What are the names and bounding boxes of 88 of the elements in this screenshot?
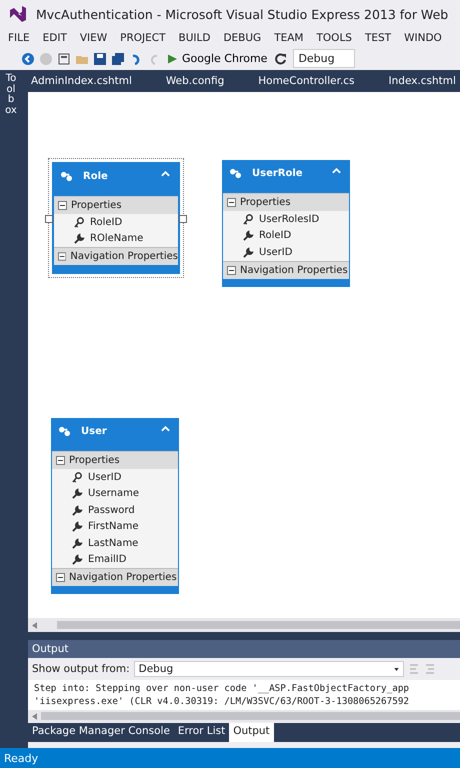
entity-box[interactable]: Role Properties RoleID ROleName Navigation Properties <box>52 162 180 274</box>
collapse-icon[interactable] <box>332 168 341 174</box>
entity-name: User <box>81 426 108 437</box>
output-line: Step into: Stepping over non-user code '__ASP.FastObjectFactory_app <box>34 682 410 695</box>
output-line: 'iisexpress.exe' (CLR v4.0.30319: /LM/W3SVC/63/ROOT-3-1308065267592 <box>34 695 410 708</box>
wrench-icon <box>72 521 83 532</box>
key-icon <box>243 214 254 225</box>
minus-icon[interactable] <box>227 198 236 207</box>
menu-item[interactable]: PROJECT <box>120 32 166 44</box>
document-tab[interactable]: AdminIndex.cshtml <box>26 75 137 87</box>
property-name[interactable]: Password <box>88 504 135 516</box>
menu-item[interactable]: TOOLS <box>316 32 352 44</box>
wrench-icon <box>72 554 83 566</box>
property-name[interactable]: EmailID <box>88 554 126 566</box>
minus-icon[interactable] <box>227 266 236 274</box>
panel-title: Output <box>28 640 460 658</box>
play-icon <box>168 54 177 64</box>
entity-icon <box>58 426 71 437</box>
key-icon <box>74 216 85 228</box>
scroll-left-icon[interactable] <box>32 712 37 720</box>
menu-item[interactable]: TEST <box>364 32 392 44</box>
panel-tab[interactable]: Output <box>229 723 274 742</box>
property-name[interactable]: Username <box>88 488 139 500</box>
resize-handle[interactable] <box>179 215 187 223</box>
document-tab[interactable]: Index.cshtml <box>384 75 460 87</box>
section-label: Navigation Properties <box>240 264 348 276</box>
menu-item[interactable]: EDIT <box>42 32 67 44</box>
menu-item[interactable]: VIEW <box>80 32 108 44</box>
field-label: Show output from: <box>32 663 130 675</box>
wrench-icon <box>72 488 83 500</box>
window-title: MvcAuthentication - Microsoft Visual Studio Express 2013 for Web <box>36 6 448 22</box>
scroll-left-icon[interactable] <box>32 622 37 628</box>
minus-icon[interactable] <box>56 456 65 465</box>
run-button[interactable]: Google Chrome <box>166 52 270 65</box>
wrench-icon <box>72 538 83 549</box>
section-label: Properties <box>69 455 120 466</box>
section-label: Navigation Properties <box>70 251 178 262</box>
minus-icon[interactable] <box>56 573 65 582</box>
configuration-dropdown[interactable]: Debug <box>293 49 356 68</box>
horizontal-scrollbar[interactable] <box>28 710 460 722</box>
section-label: Navigation Properties <box>69 572 177 583</box>
logo-icon <box>8 4 28 24</box>
wrench-icon <box>72 504 83 516</box>
new-project-icon[interactable] <box>58 52 70 64</box>
entity-name: UserRole <box>252 168 304 179</box>
minus-icon[interactable] <box>58 201 67 210</box>
wrench-icon <box>243 246 254 258</box>
undo-icon[interactable] <box>130 52 142 64</box>
toolbox-tab[interactable]: Toolbox <box>5 74 17 116</box>
refresh-icon[interactable] <box>275 52 288 64</box>
document-tab[interactable]: Web.config <box>160 75 230 87</box>
entity-box[interactable]: UserRole Properties UserRolesID RoleID UserID Navigation Properties <box>222 160 350 286</box>
panel-tab[interactable]: Error List <box>174 723 230 742</box>
document-tab[interactable]: HomeController.cs <box>253 75 360 87</box>
property-name[interactable]: FirstName <box>88 521 139 532</box>
menu-item[interactable]: FILE <box>8 32 30 44</box>
wrench-icon <box>74 233 85 244</box>
property-name[interactable]: UserID <box>259 246 292 258</box>
property-name[interactable]: UserID <box>88 472 122 483</box>
property-name[interactable]: RoleID <box>259 230 292 242</box>
horizontal-scrollbar[interactable] <box>28 618 460 632</box>
save-all-icon[interactable] <box>112 52 124 64</box>
resize-handle[interactable] <box>45 215 53 223</box>
menu-item[interactable]: DEBUG <box>223 32 262 44</box>
back-icon[interactable] <box>22 52 34 64</box>
entity-name: Role <box>83 171 109 182</box>
entity-box[interactable]: User Properties UserID Username Password FirstName LastName EmailID Navigation Properties <box>51 418 179 594</box>
panel-tab[interactable]: Package Manager Console <box>28 723 174 742</box>
menu-item[interactable]: TEAM <box>274 32 304 44</box>
entity-icon <box>229 168 242 179</box>
wrench-icon <box>243 230 254 242</box>
property-name[interactable]: LastName <box>88 538 138 549</box>
collapse-icon[interactable] <box>161 171 170 177</box>
caret-icon <box>394 668 399 670</box>
section-label: Properties <box>240 197 291 208</box>
status-text: Ready <box>4 752 38 764</box>
section-label: Properties <box>71 200 122 211</box>
minus-icon[interactable] <box>58 252 66 261</box>
save-icon[interactable] <box>94 52 106 64</box>
collapse-icon[interactable] <box>161 426 170 432</box>
property-name[interactable]: RoleID <box>90 216 122 228</box>
key-icon <box>72 472 83 483</box>
property-name[interactable]: UserRolesID <box>259 214 320 225</box>
menu-item[interactable]: WINDO <box>404 32 442 44</box>
property-name[interactable]: ROleName <box>90 233 144 244</box>
output-source-dropdown[interactable]: Debug <box>134 661 404 677</box>
entity-icon <box>60 171 73 182</box>
menu-item[interactable]: BUILD <box>178 32 210 44</box>
